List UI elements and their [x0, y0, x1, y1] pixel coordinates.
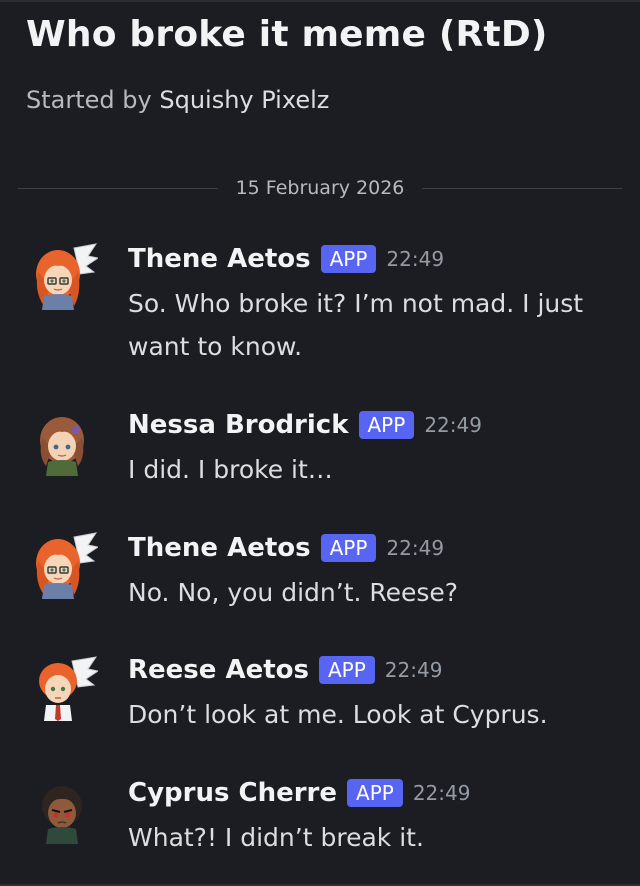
message-header: Thene Aetos APP 22:49	[128, 242, 444, 276]
date-divider-label: 15 February 2026	[235, 177, 405, 199]
winged-redhead-avatar-icon[interactable]	[30, 242, 100, 310]
message-timestamp: 22:49	[384, 658, 443, 682]
message-item: Cyprus Cherre APP 22:49 What?! I didn’t …	[0, 776, 640, 866]
date-divider: 15 February 2026	[18, 174, 622, 202]
message-text: So. Who broke it? I’m not mad. I just wa…	[128, 289, 584, 361]
message-text: No. No, you didn’t. Reese?	[128, 578, 459, 607]
thread-title: Who broke it meme (RtD)	[26, 14, 548, 55]
divider-line-right	[422, 187, 622, 189]
app-badge: APP	[347, 779, 403, 807]
message-item: Thene Aetos APP 22:49 No. No, you didn’t…	[0, 531, 640, 621]
message-item: Nessa Brodrick APP 22:49 I did. I broke …	[0, 408, 640, 498]
app-badge: APP	[320, 245, 377, 273]
dark-haired-avatar-icon[interactable]	[30, 776, 98, 844]
message-header: Thene Aetos APP 22:49	[128, 531, 444, 565]
message-item: Reese Aetos APP 22:49 Don’t look at me. …	[0, 653, 640, 743]
message-username[interactable]: Reese Aetos	[128, 655, 309, 685]
message-username[interactable]: Thene Aetos	[128, 533, 311, 563]
brunette-avatar-icon[interactable]	[30, 408, 98, 476]
message-text: Don’t look at me. Look at Cyprus.	[128, 700, 548, 729]
message-timestamp: 22:49	[386, 247, 445, 271]
top-border	[0, 0, 640, 2]
thread-starter: Started by Squishy Pixelz	[26, 86, 329, 114]
message-username[interactable]: Thene Aetos	[128, 244, 311, 274]
message-timestamp: 22:49	[424, 413, 482, 437]
started-by-prefix: Started by	[26, 86, 152, 114]
message-text: I did. I broke it…	[128, 455, 333, 484]
message-text: What?! I didn’t break it.	[128, 823, 424, 852]
divider-line-left	[18, 187, 218, 189]
app-badge: APP	[320, 534, 377, 562]
message-item: Thene Aetos APP 22:49 So. Who broke it? …	[0, 242, 640, 372]
winged-redhead-boy-avatar-icon[interactable]	[30, 653, 100, 721]
message-username[interactable]: Cyprus Cherre	[128, 778, 337, 808]
app-badge: APP	[318, 656, 375, 684]
app-badge: APP	[358, 411, 415, 439]
thread-starter-name[interactable]: Squishy Pixelz	[159, 86, 329, 114]
message-header: Reese Aetos APP 22:49	[128, 653, 442, 687]
message-header: Nessa Brodrick APP 22:49	[128, 408, 482, 442]
winged-redhead-avatar-icon[interactable]	[30, 531, 100, 599]
message-timestamp: 22:49	[386, 536, 445, 560]
message-timestamp: 22:49	[412, 781, 471, 805]
message-username[interactable]: Nessa Brodrick	[128, 410, 349, 440]
message-header: Cyprus Cherre APP 22:49	[128, 776, 470, 810]
